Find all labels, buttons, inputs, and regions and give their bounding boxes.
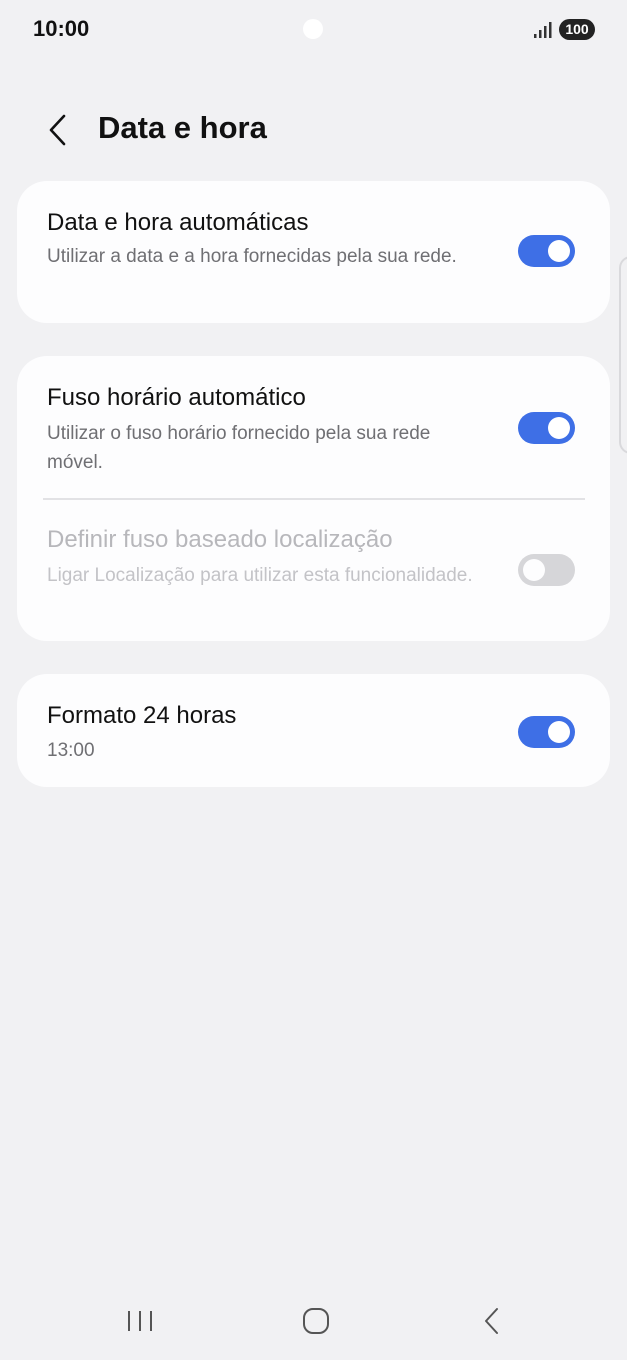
home-button[interactable]: [286, 1299, 346, 1343]
toggle-knob: [548, 721, 570, 743]
setting-title: Formato 24 horas: [47, 702, 237, 729]
setting-subtitle: Utilizar o fuso horário fornecido pela s…: [47, 423, 431, 473]
setting-row-auto-timezone[interactable]: Fuso horário automático Utilizar o fuso …: [17, 356, 610, 498]
card-auto-datetime: Data e hora automáticas Utilizar a data …: [17, 181, 610, 323]
setting-row-24h-format[interactable]: Formato 24 horas 13:00: [17, 674, 610, 787]
status-bar: 10:00 100: [0, 0, 627, 60]
auto-datetime-toggle[interactable]: [518, 235, 575, 267]
toggle-knob: [548, 417, 570, 439]
format-24h-toggle[interactable]: [518, 716, 575, 748]
card-timezone: Fuso horário automático Utilizar o fuso …: [17, 356, 610, 641]
status-time: 10:00: [33, 16, 90, 41]
setting-title: Definir fuso baseado localização: [47, 526, 393, 553]
setting-row-auto-datetime[interactable]: Data e hora automáticas Utilizar a data …: [17, 181, 610, 323]
edge-panel-handle[interactable]: [619, 256, 627, 454]
back-icon: [485, 1308, 498, 1334]
recent-apps-button[interactable]: [110, 1299, 170, 1343]
back-nav-button[interactable]: [462, 1299, 522, 1343]
setting-subtitle: 13:00: [47, 740, 95, 761]
auto-timezone-toggle[interactable]: [518, 412, 575, 444]
toggle-knob: [548, 240, 570, 262]
battery-indicator: 100: [559, 19, 595, 40]
setting-subtitle: Ligar Localização para utilizar esta fun…: [47, 565, 473, 586]
location-timezone-toggle[interactable]: [518, 554, 575, 586]
camera-cutout: [303, 19, 323, 39]
setting-title: Data e hora automáticas: [47, 209, 309, 236]
back-button[interactable]: [38, 108, 78, 152]
setting-row-location-timezone[interactable]: Definir fuso baseado localização Ligar L…: [17, 500, 610, 641]
page-title: Data e hora: [98, 110, 267, 145]
recent-apps-icon: [128, 1311, 152, 1331]
setting-subtitle: Utilizar a data e a hora fornecidas pela…: [47, 246, 457, 267]
setting-title: Fuso horário automático: [47, 384, 306, 411]
navigation-bar: [0, 1285, 627, 1360]
toggle-knob: [523, 559, 545, 581]
home-icon: [303, 1308, 329, 1334]
chevron-left-icon: [49, 114, 66, 146]
page-header: Data e hora: [0, 100, 627, 160]
signal-icon: [534, 22, 552, 38]
card-24h-format: Formato 24 horas 13:00: [17, 674, 610, 787]
